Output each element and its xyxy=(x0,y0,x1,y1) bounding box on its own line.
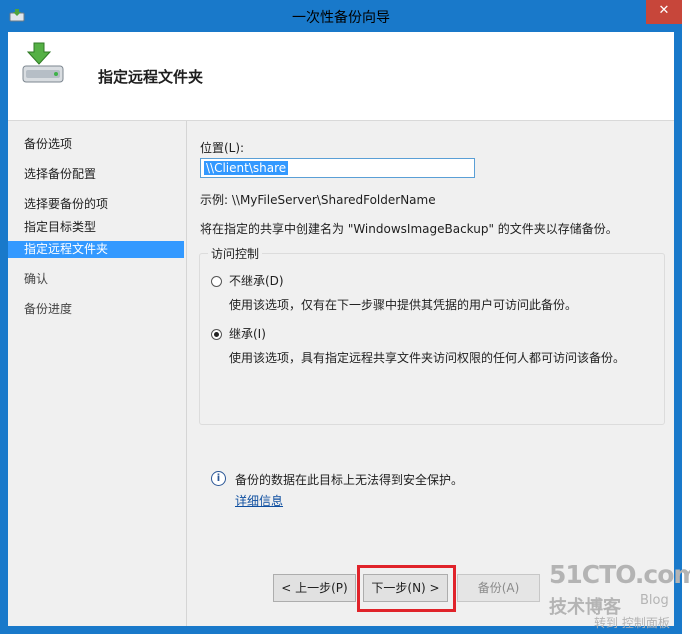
steps-sidebar: 备份选项 选择备份配置 选择要备份的项 指定目标类型 指定远程文件夹 确认 备份… xyxy=(8,121,186,626)
example-text: 示例: \\MyFileServer\SharedFolderName xyxy=(200,193,436,207)
next-button-highlight xyxy=(357,565,456,612)
step-progress: 备份进度 xyxy=(24,302,73,316)
inherit-description: 使用该选项，具有指定远程共享文件夹访问权限的任何人都可访问该备份。 xyxy=(229,351,626,365)
step-destination-type: 指定目标类型 xyxy=(24,220,97,234)
watermark-extra: 转到 控制面板 xyxy=(594,616,670,630)
inherit-label[interactable]: 继承(I) xyxy=(229,325,266,342)
access-control-title: 访问控制 xyxy=(208,245,263,262)
page-title: 指定远程文件夹 xyxy=(98,68,204,86)
info-text: 备份的数据在此目标上无法得到安全保护。 xyxy=(235,473,464,487)
window-title: 一次性备份向导 xyxy=(292,10,390,26)
title-bar: 一次性备份向导 ✕ xyxy=(0,0,682,32)
backup-drive-icon xyxy=(22,42,64,83)
back-button[interactable]: < 上一步(P) xyxy=(273,574,356,602)
step-backup-options: 备份选项 xyxy=(24,137,73,151)
access-control-group: 访问控制 不继承(D) 使用该选项，仅有在下一步骤中提供其凭据的用户可访问此备份… xyxy=(199,245,665,425)
inherit-radio[interactable] xyxy=(211,329,222,340)
close-button[interactable]: ✕ xyxy=(646,0,682,24)
step-select-config: 选择备份配置 xyxy=(24,167,97,181)
location-label: 位置(L): xyxy=(200,141,245,155)
window-frame: 一次性备份向导 ✕ 指定远程文件夹 备份选项 选择备份配置 选择要备份的项 指定… xyxy=(0,0,682,634)
wizard-client: 指定远程文件夹 备份选项 选择备份配置 选择要备份的项 指定目标类型 指定远程文… xyxy=(8,32,674,626)
watermark-blog: Blog xyxy=(640,593,669,608)
backup-button: 备份(A) xyxy=(457,574,540,602)
step-select-items: 选择要备份的项 xyxy=(24,197,109,211)
more-info-link[interactable]: 详细信息 xyxy=(235,492,283,509)
location-input[interactable]: \\Client\share xyxy=(200,158,475,178)
no-inherit-description: 使用该选项，仅有在下一步骤中提供其凭据的用户可访问此备份。 xyxy=(229,298,578,312)
step-remote-folder: 指定远程文件夹 xyxy=(8,241,184,258)
content-panel: 位置(L): \\Client\share 示例: \\MyFileServer… xyxy=(187,121,674,626)
no-inherit-label[interactable]: 不继承(D) xyxy=(229,272,284,289)
no-inherit-radio[interactable] xyxy=(211,276,222,287)
wizard-header: 指定远程文件夹 xyxy=(8,32,674,121)
watermark-site: 51CTO.com xyxy=(549,560,690,589)
step-confirm: 确认 xyxy=(24,272,49,286)
folder-note: 将在指定的共享中创建名为 "WindowsImageBackup" 的文件夹以存… xyxy=(200,222,618,236)
location-input-value: \\Client\share xyxy=(204,161,289,175)
info-icon: i xyxy=(211,471,226,486)
